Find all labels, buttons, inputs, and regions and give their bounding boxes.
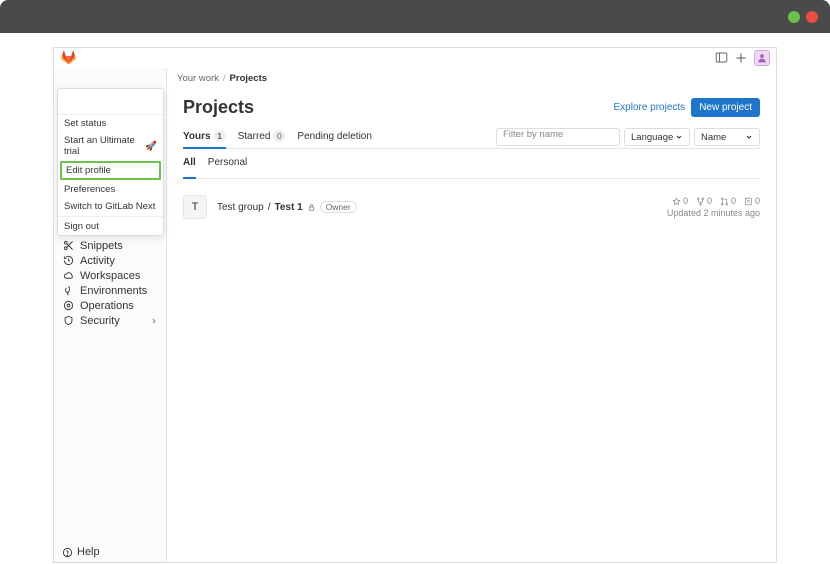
environment-icon <box>62 285 74 297</box>
language-select[interactable]: Language <box>624 128 690 146</box>
app-frame: To-Do List Milestones Snippets Activity <box>53 47 777 563</box>
chevron-right-icon <box>150 317 158 325</box>
tab-starred[interactable]: Starred 0 <box>238 126 286 148</box>
operations-icon <box>62 300 74 312</box>
page-title: Projects <box>183 97 254 118</box>
cloud-icon <box>62 270 74 282</box>
user-avatar[interactable] <box>754 50 770 66</box>
breadcrumb-sep: / <box>223 73 226 84</box>
project-role-badge: Owner <box>320 201 357 213</box>
user-menu: Set status Start an Ultimate trial 🚀 Edi… <box>57 88 164 236</box>
tab-yours-count: 1 <box>214 130 226 142</box>
window-minimize-dot[interactable] <box>788 11 800 23</box>
breadcrumb-root[interactable]: Your work <box>177 73 219 84</box>
tab-starred-count: 0 <box>273 130 285 142</box>
tabs: Yours 1 Starred 0 Pending deletion Filt <box>183 126 760 149</box>
project-path: Test group / Test 1 Owner <box>217 201 667 213</box>
chevron-down-icon <box>675 133 683 141</box>
titlebar <box>0 0 830 33</box>
user-menu-sign-out[interactable]: Sign out <box>58 218 163 235</box>
project-group: Test group <box>217 202 264 213</box>
content: Projects Explore projects New project Yo… <box>167 89 776 562</box>
sidebar-toggle-icon[interactable] <box>714 51 728 65</box>
scissors-icon <box>62 240 74 252</box>
mrs-stat: 0 <box>720 196 736 206</box>
window-close-dot[interactable] <box>806 11 818 23</box>
sidebar-item-environments[interactable]: Environments <box>54 283 166 298</box>
help-label: Help <box>77 546 100 558</box>
sidebar-item-workspaces[interactable]: Workspaces <box>54 268 166 283</box>
chevron-down-icon <box>745 133 753 141</box>
topbar <box>54 48 776 68</box>
sort-select[interactable]: Name <box>694 128 760 146</box>
explore-projects-link[interactable]: Explore projects <box>613 102 685 113</box>
main: Your work / Projects Projects Explore pr… <box>167 68 776 562</box>
sidebar-item-snippets[interactable]: Snippets <box>54 238 166 253</box>
shield-icon <box>62 315 74 327</box>
sidebar-help[interactable]: Help <box>54 541 166 562</box>
project-name: Test 1 <box>274 202 302 213</box>
sidebar-item-operations[interactable]: Operations <box>54 298 166 313</box>
sidebar-item-activity[interactable]: Activity <box>54 253 166 268</box>
tab-pending[interactable]: Pending deletion <box>297 127 372 148</box>
project-stats: 0 0 0 0 <box>667 196 760 206</box>
window: To-Do List Milestones Snippets Activity <box>0 0 830 564</box>
sidebar-label: Snippets <box>80 240 123 252</box>
sidebar-label: Environments <box>80 285 147 297</box>
body: To-Do List Milestones Snippets Activity <box>54 68 776 562</box>
projects-header: Projects Explore projects New project <box>183 97 760 118</box>
help-icon <box>62 547 73 558</box>
project-list: T Test group / Test 1 Owner <box>183 179 760 227</box>
user-menu-header <box>58 89 163 115</box>
sidebar-label: Security <box>80 315 120 327</box>
stars-stat: 0 <box>672 196 688 206</box>
subtab-personal[interactable]: Personal <box>208 155 247 172</box>
rocket-icon: 🚀 <box>145 141 157 152</box>
user-menu-edit-profile[interactable]: Edit profile <box>60 161 161 180</box>
sidebar-item-security[interactable]: Security <box>54 313 166 328</box>
tab-yours[interactable]: Yours 1 <box>183 126 226 148</box>
divider <box>58 216 163 217</box>
project-avatar: T <box>183 195 207 219</box>
history-icon <box>62 255 74 267</box>
lock-icon <box>307 203 316 212</box>
sidebar-label: Workspaces <box>80 270 140 282</box>
project-updated: Updated 2 minutes ago <box>667 208 760 218</box>
filter-by-name-input[interactable]: Filter by name <box>496 128 620 146</box>
new-project-button[interactable]: New project <box>691 98 760 117</box>
sidebar-label: Activity <box>80 255 115 267</box>
subtab-all[interactable]: All <box>183 155 196 172</box>
project-row[interactable]: T Test group / Test 1 Owner <box>183 187 760 227</box>
user-menu-preferences[interactable]: Preferences <box>58 181 163 198</box>
gitlab-logo-icon[interactable] <box>60 50 76 66</box>
user-menu-switch-next[interactable]: Switch to GitLab Next <box>58 198 163 215</box>
breadcrumb: Your work / Projects <box>167 68 776 89</box>
plus-icon[interactable] <box>734 51 748 65</box>
issues-stat: 0 <box>744 196 760 206</box>
user-menu-trial[interactable]: Start an Ultimate trial 🚀 <box>58 132 163 160</box>
subtabs: All Personal <box>183 149 760 179</box>
breadcrumb-current: Projects <box>230 73 268 84</box>
user-menu-set-status[interactable]: Set status <box>58 115 163 132</box>
forks-stat: 0 <box>696 196 712 206</box>
sidebar-label: Operations <box>80 300 134 312</box>
